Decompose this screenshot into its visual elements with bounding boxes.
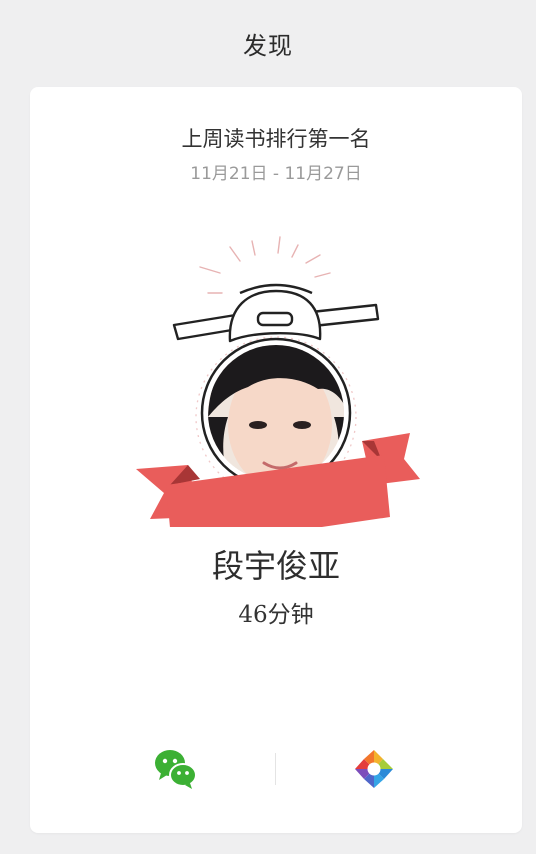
winner-name: 段宇俊亚 [211, 547, 340, 585]
share-wechat-button[interactable] [152, 745, 200, 793]
date-range: 11月21日 - 11月27日 [190, 164, 362, 184]
wechat-icon [155, 750, 197, 789]
app-bar: 发现 [0, 0, 536, 86]
share-moments-button[interactable] [350, 745, 398, 793]
page-title: 发现 [243, 31, 293, 60]
winner-badge-illustration [136, 236, 420, 527]
share-row [30, 737, 522, 801]
reading-time: 46分钟 [238, 602, 314, 628]
share-divider [275, 753, 276, 785]
card-heading: 上周读书排行第一名 [181, 127, 371, 151]
ranking-card: 上周读书排行第一名 11月21日 - 11月27日 段宇俊亚 46分钟 [30, 87, 522, 833]
moments-icon [355, 750, 393, 788]
propeller-hat-icon [172, 283, 380, 343]
